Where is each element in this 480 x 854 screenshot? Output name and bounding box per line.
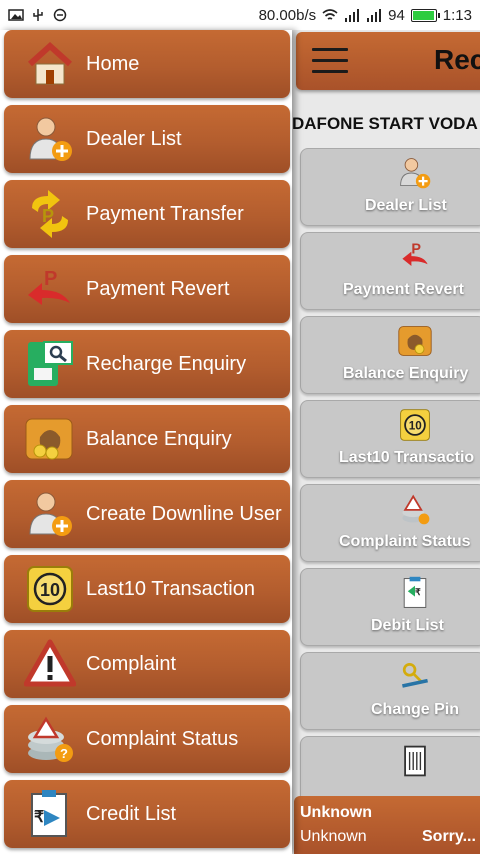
sim-search-icon — [28, 341, 73, 386]
svg-text:P: P — [411, 241, 421, 257]
nav-item-label: Last10 Transaction — [86, 577, 255, 600]
app-bar: Rec — [296, 32, 480, 90]
svg-text:₹: ₹ — [34, 809, 44, 826]
transfer-icon: P — [32, 190, 68, 238]
key-pen-icon — [402, 663, 428, 688]
nav-item-label: Balance Enquiry — [86, 427, 232, 450]
tile-debit-list[interactable]: ₹ Debit List — [300, 568, 480, 646]
debit-list-icon: ₹ — [403, 576, 427, 608]
home-icon — [27, 41, 73, 85]
usb-icon — [33, 9, 43, 21]
revert-icon: P — [28, 268, 70, 305]
svg-text:P: P — [44, 268, 57, 290]
svg-text:?: ? — [60, 746, 68, 761]
nav-item-recharge-enquiry[interactable]: Recharge Enquiry — [4, 330, 290, 398]
nav-item-label: Recharge Enquiry — [86, 352, 247, 375]
status-bar-right: 80.00b/s 94 1:13 — [259, 7, 472, 24]
nav-item-label: Dealer List — [86, 127, 182, 150]
nav-item-label: Home — [86, 52, 140, 75]
ten-coin-icon: 10 — [27, 566, 73, 612]
image-icon — [8, 9, 24, 21]
clock: 1:13 — [442, 6, 472, 24]
svg-text:₹: ₹ — [415, 587, 421, 597]
battery-percent: 94 — [388, 6, 405, 24]
tile-balance-enquiry[interactable]: Balance Enquiry — [300, 316, 480, 394]
marquee-bar: Unknown Unknown Sorry... — [294, 796, 480, 854]
nav-item-complaint[interactable]: Complaint — [4, 630, 290, 698]
nav-item-label: Payment Revert — [86, 277, 230, 300]
nav-item-label: Payment Transfer — [86, 202, 244, 225]
tile-label: Change Pin — [371, 701, 460, 718]
battery-icon — [410, 8, 440, 22]
tile-label: Balance Enquiry — [343, 365, 469, 382]
sync-icon — [53, 8, 67, 22]
revert-icon: P — [402, 241, 428, 266]
status-bar-left — [8, 8, 68, 22]
tile-label: Debit List — [371, 617, 444, 634]
marquee-subtitle: Unknown — [300, 828, 367, 845]
nav-item-credit-list[interactable]: ₹ Credit List — [4, 780, 290, 848]
status-bar: 80.00b/s 94 1:13 — [0, 0, 480, 30]
news-ticker: DAFONE START VODA — [292, 114, 478, 133]
tile-label: Payment Revert — [343, 281, 464, 298]
nav-item-label: Complaint — [86, 652, 177, 675]
nav-item-last10-transaction[interactable]: 10 Last10 Transaction — [4, 555, 290, 623]
nav-item-home[interactable]: Home — [4, 30, 290, 98]
nav-item-complaint-status[interactable]: ? Complaint Status — [4, 705, 290, 773]
main-content: Rec DAFONE START VODA Dealer List P Paym… — [292, 30, 480, 854]
warning-icon — [24, 639, 76, 687]
tile-complaint-status[interactable]: Complaint Status — [300, 484, 480, 562]
complaint-status-icon: ? — [28, 716, 73, 762]
tile-payment-revert[interactable]: P Payment Revert — [300, 232, 480, 310]
tile-dealer-list[interactable]: Dealer List — [300, 148, 480, 226]
nav-item-payment-transfer[interactable]: P Payment Transfer — [4, 180, 290, 248]
document-icon — [404, 745, 426, 777]
marquee-message: Sorry... — [422, 828, 476, 845]
nav-item-balance-enquiry[interactable]: Balance Enquiry — [4, 405, 290, 473]
nav-item-create-downline-user[interactable]: Create Downline User — [4, 480, 290, 548]
user-add-icon — [400, 158, 431, 189]
nav-item-label: Create Downline User — [86, 502, 282, 525]
tile-label: Last10 Transactio — [339, 449, 475, 466]
tile-change-pin[interactable]: Change Pin — [300, 652, 480, 730]
marquee-title: Unknown — [300, 804, 372, 821]
credit-list-icon: ₹ — [31, 790, 67, 837]
svg-text:10: 10 — [40, 580, 60, 600]
user-add-icon — [29, 117, 72, 161]
nav-item-label: Credit List — [86, 802, 177, 825]
tile-label: Dealer List — [365, 197, 447, 214]
wifi-icon — [322, 9, 338, 20]
nav-item-payment-revert[interactable]: P Payment Revert — [4, 255, 290, 323]
tile-last10[interactable]: 10 Last10 Transactio — [300, 400, 480, 478]
complaint-status-icon — [402, 494, 430, 525]
network-speed: 80.00b/s — [258, 6, 317, 24]
signal-icon — [367, 9, 382, 22]
svg-text:P: P — [42, 206, 54, 226]
ten-coin-icon: 10 — [400, 409, 430, 441]
money-bag-icon — [25, 418, 73, 460]
tile-label: Complaint Status — [339, 533, 471, 550]
user-add-icon — [29, 492, 72, 536]
svg-text:10: 10 — [409, 420, 423, 433]
nav-item-dealer-list[interactable]: Dealer List — [4, 105, 290, 173]
page-title: Rec — [434, 44, 480, 75]
nav-item-label: Complaint Status — [86, 727, 239, 750]
signal-icon — [345, 9, 360, 22]
money-bag-icon — [398, 326, 432, 356]
menu-icon[interactable] — [312, 48, 348, 73]
navigation-drawer: Home Dealer List P Payment Transfer P Pa… — [0, 30, 292, 854]
